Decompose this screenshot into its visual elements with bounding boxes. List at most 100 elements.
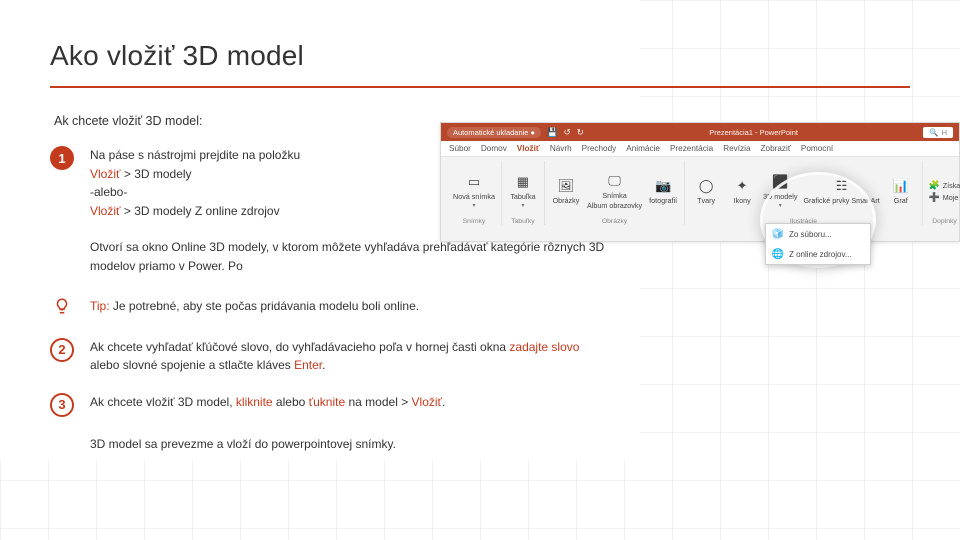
new-slide-button[interactable]: ▭ Nová snímka ▾	[453, 173, 495, 210]
after-step-3-text: 3D model sa prevezme a vloží do powerpoi…	[90, 435, 610, 454]
group-addins: 🧩Získa ➕Moje Doplnky	[923, 161, 960, 225]
photoalbum-button[interactable]: 📷fotografií	[648, 177, 678, 205]
ribbon-toolbar: ▭ Nová snímka ▾ Snímky ▦ Tabuľka ▾ Tabuľ…	[441, 157, 959, 227]
s2-t5: .	[322, 358, 325, 372]
tab-zobrazit[interactable]: Zobraziť	[761, 144, 791, 153]
step-2-body: Ak chcete vyhľadať kľúčové slovo, do vyh…	[90, 338, 610, 375]
autosave-toggle[interactable]: Automatické ukladanie ●	[447, 127, 541, 138]
s2-t2: zadajte slovo	[509, 340, 579, 354]
my-addins-label: Moje	[943, 193, 959, 202]
tab-animacie[interactable]: Animácie	[626, 144, 660, 153]
step-3-body: Ak chcete vložiť 3D model, kliknite aleb…	[90, 393, 445, 412]
lightbulb-icon	[50, 294, 74, 318]
group-slides: ▭ Nová snímka ▾ Snímky	[447, 161, 502, 225]
s3-t7: .	[442, 395, 445, 409]
smartart-button[interactable]: ☷ Grafické prvky SmartArt	[803, 177, 879, 205]
group-tables: ▦ Tabuľka ▾ Tabuľky	[502, 161, 545, 225]
group-images-label: Obrázky	[602, 218, 627, 225]
new-slide-label: Nová snímka	[453, 193, 495, 201]
chart-button[interactable]: 📊 Graf	[886, 177, 916, 205]
save-icon[interactable]: 💾	[547, 127, 558, 138]
icons-label: Ikony	[734, 197, 751, 205]
redo-icon[interactable]: ↻	[577, 127, 584, 138]
tip-text: Tip: Je potrebné, aby ste počas pridávan…	[90, 299, 419, 313]
globe-icon: 🌐	[772, 248, 784, 260]
search-box[interactable]: 🔍H	[923, 127, 953, 138]
s3-t6: Vložiť	[412, 395, 443, 409]
step-1-badge: 1	[50, 146, 74, 170]
s3-t1: Ak chcete vložiť 3D model,	[90, 395, 236, 409]
dropdown-from-online-label: Z online zdrojov...	[789, 250, 852, 259]
tip-body: Je potrebné, aby ste počas pridávania mo…	[110, 299, 420, 313]
icons-icon: ✦	[733, 177, 751, 195]
dropdown-from-online[interactable]: 🌐 Z online zdrojov...	[766, 244, 870, 264]
dropdown-from-file-label: Zo súboru...	[789, 230, 832, 239]
step-1-or: -alebo-	[90, 185, 127, 199]
title-bar: Automatické ukladanie ● 💾 ↺ ↻ Prezentáci…	[441, 123, 959, 141]
chevron-down-icon: ▾	[779, 202, 782, 209]
table-button[interactable]: ▦ Tabuľka ▾	[508, 173, 538, 210]
shapes-label: Tvary	[697, 197, 715, 205]
pictures-button[interactable]: 🖼Obrázky	[551, 177, 581, 205]
table-label: Tabuľka	[510, 193, 535, 201]
search-icon: 🔍	[929, 128, 938, 137]
s3-t5: na model >	[345, 395, 411, 409]
tip-row: Tip: Je potrebné, aby ste počas pridávan…	[50, 294, 910, 318]
s2-t1: Ak chcete vyhľadať kľúčové slovo, do vyh…	[90, 340, 509, 354]
after-step-1-text: Otvorí sa okno Online 3D modely, v ktoro…	[90, 238, 610, 275]
my-addins-button[interactable]: ➕Moje	[929, 192, 960, 203]
3d-models-button[interactable]: ⬛3D modely▾	[763, 173, 797, 210]
step-1-path2-link: Vložiť	[90, 204, 121, 218]
dropdown-from-file[interactable]: 🧊 Zo súboru...	[766, 224, 870, 244]
step-1-path2-rest: > 3D modely Z online zdrojov	[121, 204, 280, 218]
step-1-path1-rest: > 3D modely	[121, 167, 192, 181]
new-slide-icon: ▭	[465, 173, 483, 191]
ribbon-tabs: Súbor Domov Vložiť Návrh Prechody Animác…	[441, 141, 959, 157]
tab-subor[interactable]: Súbor	[449, 144, 471, 153]
chart-label: Graf	[894, 197, 908, 205]
undo-icon[interactable]: ↺	[564, 127, 571, 138]
icons-button[interactable]: ✦ Ikony	[727, 177, 757, 205]
step-2: 2 Ak chcete vyhľadať kľúčové slovo, do v…	[50, 338, 910, 375]
screenshot-label: Snímka	[602, 192, 626, 200]
tab-navrh[interactable]: Návrh	[550, 144, 572, 153]
table-icon: ▦	[514, 173, 532, 191]
group-illustrations: ◯ Tvary ✦ Ikony ⬛3D modely▾ ☷ Grafické prvk…	[685, 161, 923, 225]
search-placeholder: H	[942, 128, 947, 137]
tab-vlozit[interactable]: Vložiť	[517, 144, 540, 153]
file-icon: 🧊	[772, 228, 784, 240]
shapes-icon: ◯	[697, 177, 715, 195]
3d-models-dropdown: 🧊 Zo súboru... 🌐 Z online zdrojov...	[765, 223, 871, 265]
store-icon: 🧩	[929, 180, 940, 191]
tab-prechody[interactable]: Prechody	[582, 144, 617, 153]
shapes-button[interactable]: ◯ Tvary	[691, 177, 721, 205]
step-3-badge: 3	[50, 393, 74, 417]
group-tables-label: Tabuľky	[511, 218, 535, 225]
addins-icon: ➕	[929, 192, 940, 203]
get-addins-button[interactable]: 🧩Získa	[929, 180, 960, 191]
smartart-label: Grafické prvky SmartArt	[803, 197, 879, 205]
title-underline	[50, 86, 910, 88]
tab-prezentacia[interactable]: Prezentácia	[670, 144, 713, 153]
3d-models-label: 3D modely	[763, 193, 797, 201]
pictures-label: Obrázky	[553, 197, 580, 205]
step-1-body: Na páse s nástrojmi prejdite na položku …	[90, 146, 300, 220]
tab-pomocnik[interactable]: Pomocní	[801, 144, 833, 153]
screenshot-icon: 🖵	[606, 172, 624, 190]
get-addins-label: Získa	[943, 181, 960, 190]
step-1-path1-link: Vložiť	[90, 167, 121, 181]
s2-t3: alebo slovné spojenie a stlačte kláves	[90, 358, 294, 372]
screenshot-button[interactable]: 🖵SnímkaAlbum obrazovky	[587, 172, 642, 210]
s2-t4: Enter	[294, 358, 322, 372]
ribbon-screenshot: Automatické ukladanie ● 💾 ↺ ↻ Prezentáci…	[440, 122, 960, 242]
group-images: 🖼Obrázky 🖵SnímkaAlbum obrazovky 📷fotogra…	[545, 161, 685, 225]
chart-icon: 📊	[892, 177, 910, 195]
group-slides-label: Snímky	[463, 218, 486, 225]
tab-revizia[interactable]: Revízia	[723, 144, 750, 153]
tab-domov[interactable]: Domov	[481, 144, 507, 153]
tip-label: Tip:	[90, 299, 110, 313]
s3-t4: ťuknite	[309, 395, 346, 409]
smartart-icon: ☷	[833, 177, 851, 195]
window-title: Prezentácia1 - PowerPoint	[709, 128, 798, 137]
step-3: 3 Ak chcete vložiť 3D model, kliknite al…	[50, 393, 910, 417]
